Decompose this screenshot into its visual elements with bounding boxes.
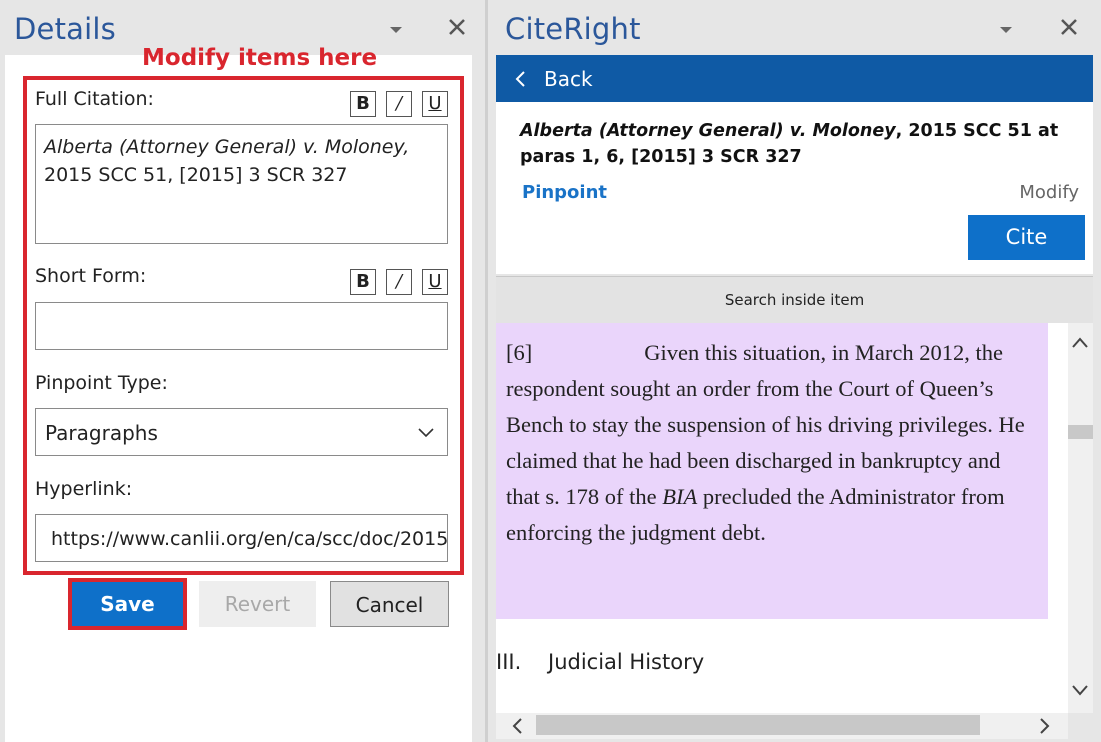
chevron-down-icon <box>418 428 434 438</box>
citation-style-of-cause: Alberta (Attorney General) v. Moloney <box>520 121 896 141</box>
close-icon[interactable] <box>446 16 468 38</box>
full-citation-bold-button[interactable]: B <box>350 91 376 117</box>
pinpoint-type-select[interactable]: Paragraphs <box>35 408 448 456</box>
back-label: Back <box>544 67 593 91</box>
full-citation-italic-button[interactable]: / <box>386 91 412 117</box>
short-form-italic-button[interactable]: / <box>386 269 412 295</box>
full-citation-textarea[interactable]: Alberta (Attorney General) v. Moloney, 20… <box>35 124 448 244</box>
citation-preview-text: Alberta (Attorney General) v. Moloney, 2… <box>520 118 1085 170</box>
pinpoint-type-label: Pinpoint Type: <box>35 372 168 394</box>
cite-button[interactable]: Cite <box>968 215 1085 260</box>
section-heading-number: III. <box>496 650 522 674</box>
hyperlink-label: Hyperlink: <box>35 478 133 500</box>
highlighted-paragraph: [6] Given this situation, in March 2012, … <box>506 335 1038 551</box>
horizontal-scrollbar[interactable] <box>496 713 1068 739</box>
cancel-button[interactable]: Cancel <box>330 581 449 627</box>
full-citation-plain-part: 2015 SCC 51, [2015] 3 SCR 327 <box>44 164 348 186</box>
citation-preview-panel: Alberta (Attorney General) v. Moloney, 2… <box>496 102 1093 274</box>
back-button[interactable]: Back <box>496 55 1093 102</box>
pinpoint-link[interactable]: Pinpoint <box>522 182 607 203</box>
modify-link[interactable]: Modify <box>1019 182 1079 203</box>
chevron-up-icon[interactable] <box>1071 335 1089 349</box>
short-form-input[interactable] <box>35 302 448 350</box>
paragraph-italic-abbrev: BIA <box>662 484 698 509</box>
search-inside-item-bar[interactable]: Search inside item <box>496 276 1093 324</box>
short-form-label: Short Form: <box>35 265 147 287</box>
revert-button[interactable]: Revert <box>199 581 316 627</box>
vertical-scroll-thumb[interactable] <box>1068 425 1093 439</box>
citeright-pane: CiteRight Back Alberta (Attorney General… <box>488 0 1101 742</box>
save-button[interactable]: Save <box>68 578 187 630</box>
paragraph-number: [6] <box>506 340 533 365</box>
full-citation-italic-part: Alberta (Attorney General) v. Moloney, <box>44 136 410 158</box>
chevron-down-icon[interactable] <box>1071 683 1089 697</box>
chevron-right-icon[interactable] <box>1038 717 1052 735</box>
chevron-down-icon[interactable] <box>386 20 406 40</box>
details-pane: Details Modify items here Full Citation:… <box>0 0 485 742</box>
full-citation-underline-button[interactable]: U <box>422 91 448 117</box>
details-pane-title: Details <box>14 12 116 46</box>
short-form-bold-button[interactable]: B <box>350 269 376 295</box>
chevron-left-icon[interactable] <box>510 717 524 735</box>
document-viewer: [6] Given this situation, in March 2012, … <box>496 323 1068 713</box>
short-form-underline-button[interactable]: U <box>422 269 448 295</box>
chevron-down-icon[interactable] <box>996 20 1016 40</box>
section-heading-text: Judicial History <box>548 650 705 674</box>
pinpoint-type-value: Paragraphs <box>45 421 158 445</box>
chevron-left-icon <box>515 71 525 87</box>
full-citation-label: Full Citation: <box>35 88 154 110</box>
hyperlink-input[interactable]: https://www.canlii.org/en/ca/scc/doc/201… <box>35 514 448 562</box>
horizontal-scroll-thumb[interactable] <box>536 715 980 735</box>
annotation-label: Modify items here <box>142 45 378 71</box>
citeright-pane-title: CiteRight <box>505 12 641 46</box>
close-icon[interactable] <box>1058 16 1080 38</box>
vertical-scrollbar[interactable] <box>1068 323 1093 713</box>
